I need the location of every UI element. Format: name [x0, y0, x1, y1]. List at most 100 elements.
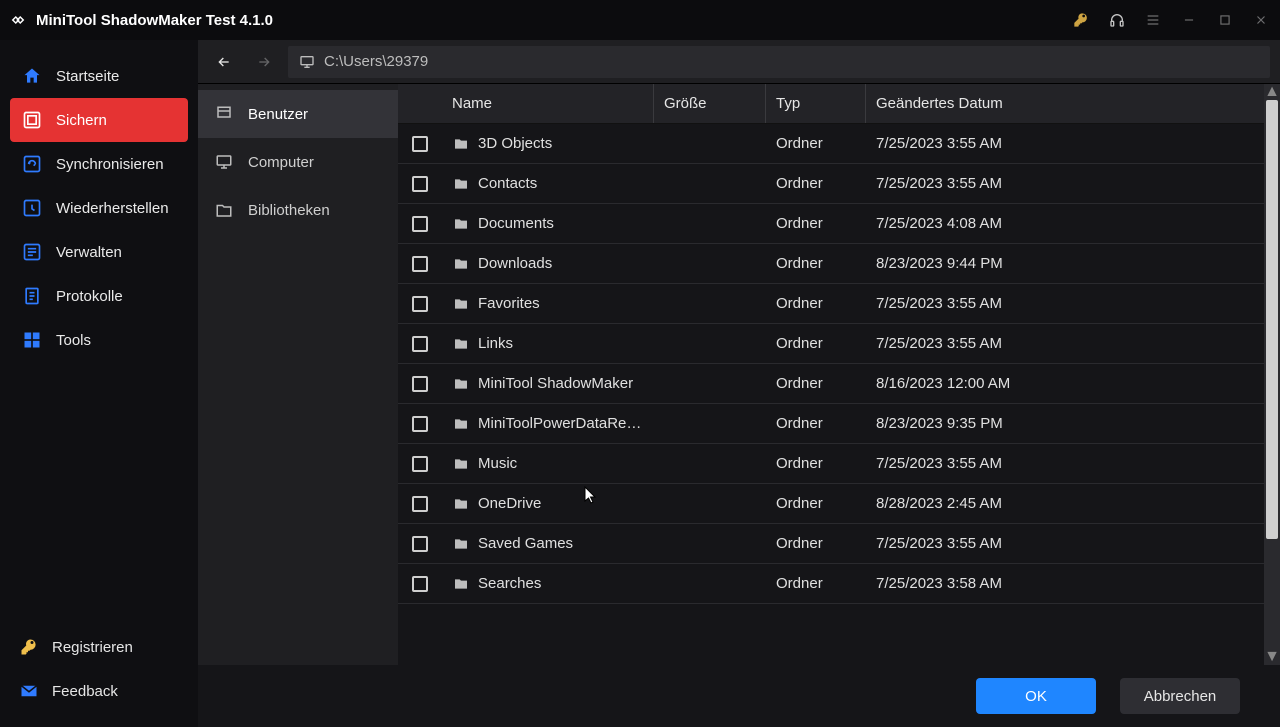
file-date: 7/25/2023 3:55 AM: [866, 124, 1264, 163]
file-name: Searches: [478, 575, 541, 592]
sidebar-item-label: Tools: [56, 332, 91, 349]
tree-panel: BenutzerComputer Bibliotheken: [198, 84, 398, 665]
row-checkbox[interactable]: [412, 176, 428, 192]
file-size: [654, 564, 766, 603]
address-bar[interactable]: C:\Users\29379: [288, 46, 1270, 78]
header-size[interactable]: Größe: [654, 84, 766, 123]
row-checkbox[interactable]: [412, 256, 428, 272]
headphones-icon[interactable]: [1108, 11, 1126, 29]
path-toolbar: C:\Users\29379: [198, 40, 1280, 84]
scroll-up-icon[interactable]: ▲: [1264, 84, 1280, 100]
row-checkbox[interactable]: [412, 416, 428, 432]
file-list: Name Größe Typ Geändertes Datum 3D Objec…: [398, 84, 1264, 665]
file-size: [654, 364, 766, 403]
tree-item[interactable]: Benutzer: [198, 90, 398, 138]
table-row[interactable]: LinksOrdner7/25/2023 3:55 AM: [398, 324, 1264, 364]
app-title: MiniTool ShadowMaker Test 4.1.0: [36, 12, 273, 29]
app-logo-icon: [8, 10, 28, 30]
row-checkbox[interactable]: [412, 336, 428, 352]
key-icon: [18, 636, 40, 658]
sidebar-item-restore[interactable]: Wiederherstellen: [10, 186, 188, 230]
row-checkbox[interactable]: [412, 376, 428, 392]
file-date: 7/25/2023 3:58 AM: [866, 564, 1264, 603]
file-date: 8/28/2023 2:45 AM: [866, 484, 1264, 523]
sidebar-item-tools[interactable]: Tools: [10, 318, 188, 362]
file-type: Ordner: [766, 364, 866, 403]
file-name: Documents: [478, 215, 554, 232]
folder-icon: [452, 255, 470, 273]
tree-icon: [214, 152, 234, 172]
file-size: [654, 524, 766, 563]
table-row[interactable]: DocumentsOrdner7/25/2023 4:08 AM: [398, 204, 1264, 244]
titlebar: MiniTool ShadowMaker Test 4.1.0: [0, 0, 1280, 40]
folder-icon: [452, 415, 470, 433]
file-name: 3D Objects: [478, 135, 552, 152]
row-checkbox[interactable]: [412, 136, 428, 152]
scrollbar-thumb[interactable]: [1266, 100, 1278, 539]
header-date[interactable]: Geändertes Datum: [866, 84, 1264, 123]
file-type: Ordner: [766, 444, 866, 483]
minimize-icon[interactable]: [1180, 11, 1198, 29]
file-name: OneDrive: [478, 495, 541, 512]
table-header: Name Größe Typ Geändertes Datum: [398, 84, 1264, 124]
folder-icon: [452, 335, 470, 353]
scroll-down-icon[interactable]: ▼: [1264, 649, 1280, 665]
table-row[interactable]: FavoritesOrdner7/25/2023 3:55 AM: [398, 284, 1264, 324]
header-type[interactable]: Typ: [766, 84, 866, 123]
file-date: 8/23/2023 9:44 PM: [866, 244, 1264, 283]
vertical-scrollbar[interactable]: ▲ ▼: [1264, 84, 1280, 665]
file-date: 7/25/2023 3:55 AM: [866, 444, 1264, 483]
tree-icon: [214, 104, 234, 124]
file-name: Downloads: [478, 255, 552, 272]
table-row[interactable]: Saved GamesOrdner7/25/2023 3:55 AM: [398, 524, 1264, 564]
row-checkbox[interactable]: [412, 216, 428, 232]
sidebar-item-sync[interactable]: Synchronisieren: [10, 142, 188, 186]
cancel-button[interactable]: Abbrechen: [1120, 678, 1240, 714]
tree-item[interactable]: Bibliotheken: [198, 186, 398, 234]
sidebar-register[interactable]: Registrieren: [10, 625, 188, 669]
ok-button[interactable]: OK: [976, 678, 1096, 714]
file-type: Ordner: [766, 564, 866, 603]
maximize-icon[interactable]: [1216, 11, 1234, 29]
close-icon[interactable]: [1252, 11, 1270, 29]
table-row[interactable]: Downloads Ordner8/23/2023 9:44 PM: [398, 244, 1264, 284]
sidebar-item-backup[interactable]: Sichern: [10, 98, 188, 142]
table-row[interactable]: 3D ObjectsOrdner7/25/2023 3:55 AM: [398, 124, 1264, 164]
table-row[interactable]: OneDriveOrdner8/28/2023 2:45 AM: [398, 484, 1264, 524]
row-checkbox[interactable]: [412, 496, 428, 512]
file-date: 7/25/2023 3:55 AM: [866, 324, 1264, 363]
file-type: Ordner: [766, 324, 866, 363]
file-type: Ordner: [766, 244, 866, 283]
row-checkbox[interactable]: [412, 536, 428, 552]
table-row[interactable]: MusicOrdner7/25/2023 3:55 AM: [398, 444, 1264, 484]
table-row[interactable]: ContactsOrdner7/25/2023 3:55 AM: [398, 164, 1264, 204]
header-name[interactable]: Name: [442, 84, 654, 123]
sidebar-item-manage[interactable]: Verwalten: [10, 230, 188, 274]
tree-icon: [214, 200, 234, 220]
tree-item-label: Bibliotheken: [248, 202, 330, 219]
folder-icon: [452, 295, 470, 313]
file-size: [654, 404, 766, 443]
sidebar-item-label: Verwalten: [56, 244, 122, 261]
sidebar-item-label: Wiederherstellen: [56, 200, 169, 217]
folder-icon: [452, 375, 470, 393]
file-date: 8/23/2023 9:35 PM: [866, 404, 1264, 443]
sidebar-item-logs[interactable]: Protokolle: [10, 274, 188, 318]
menu-icon[interactable]: [1144, 11, 1162, 29]
file-date: 7/25/2023 3:55 AM: [866, 164, 1264, 203]
table-row[interactable]: MiniToolPowerDataRecov…Ordner8/23/2023 9…: [398, 404, 1264, 444]
table-row[interactable]: Searches Ordner7/25/2023 3:58 AM: [398, 564, 1264, 604]
row-checkbox[interactable]: [412, 456, 428, 472]
file-date: 7/25/2023 3:55 AM: [866, 284, 1264, 323]
sidebar-feedback[interactable]: Feedback: [10, 669, 188, 713]
folder-icon: [452, 575, 470, 593]
sidebar-item-home[interactable]: Startseite: [10, 54, 188, 98]
table-row[interactable]: MiniTool ShadowMakerOrdner8/16/2023 12:0…: [398, 364, 1264, 404]
forward-button[interactable]: [248, 46, 280, 78]
row-checkbox[interactable]: [412, 576, 428, 592]
file-type: Ordner: [766, 204, 866, 243]
back-button[interactable]: [208, 46, 240, 78]
key-icon[interactable]: [1072, 11, 1090, 29]
tree-item[interactable]: Computer: [198, 138, 398, 186]
row-checkbox[interactable]: [412, 296, 428, 312]
